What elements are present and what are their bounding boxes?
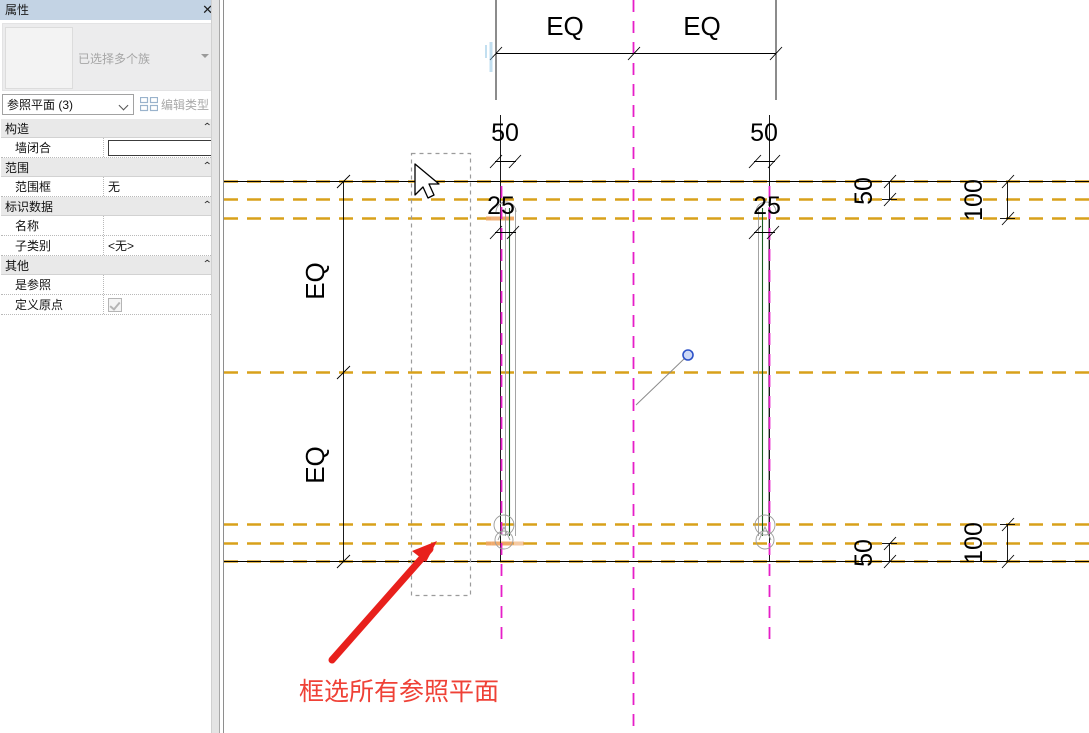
- dimension-label[interactable]: 25: [487, 192, 515, 220]
- param-value-text: 无: [108, 180, 121, 194]
- param-group-header[interactable]: 其他 ⌃: [1, 256, 217, 275]
- wall-layers[interactable]: [505, 208, 769, 536]
- circle-handle-icon[interactable]: [635, 349, 694, 406]
- param-group-label: 标识数据: [5, 199, 54, 214]
- revit-window: 属性 ✕ 已选择多个族 参照平面 (3) 编辑类型 构造 ⌃ 墙闭合 范围 ⌃ …: [0, 0, 1089, 733]
- properties-panel: 属性 ✕ 已选择多个族 参照平面 (3) 编辑类型 构造 ⌃ 墙闭合 范围 ⌃ …: [0, 0, 219, 733]
- param-row[interactable]: 子类别 <无>: [1, 236, 217, 256]
- type-selector-row: 参照平面 (3) 编辑类型: [0, 94, 219, 116]
- dimension-label[interactable]: EQ: [546, 11, 584, 41]
- center-lines[interactable]: [500, 0, 771, 733]
- checkbox-checked-icon: [108, 297, 122, 312]
- panel-divider: [219, 0, 220, 733]
- dimension-upper-left-50[interactable]: 50: [489, 115, 522, 181]
- panel-scrollbar[interactable]: [211, 0, 219, 733]
- param-name: 是参照: [1, 275, 104, 294]
- param-name: 墙闭合: [1, 138, 104, 157]
- edit-type-button[interactable]: 编辑类型: [139, 95, 210, 114]
- dimension-upper-left-25[interactable]: 25: [487, 192, 520, 240]
- arrow-pointer-icon: [328, 541, 437, 664]
- param-row[interactable]: 墙闭合: [1, 138, 217, 158]
- dimension-label[interactable]: 100: [960, 179, 988, 221]
- type-preview-label: 已选择多个族: [78, 52, 151, 66]
- edit-type-label: 编辑类型: [161, 98, 210, 112]
- mouse-pointer-icon: [414, 163, 440, 199]
- wall-end-symbols: [493, 201, 777, 550]
- param-name: 子类别: [1, 236, 104, 255]
- type-thumbnail: [5, 27, 73, 89]
- dimension-label[interactable]: 25: [753, 192, 781, 220]
- reference-planes-horizontal[interactable]: [224, 180, 1089, 563]
- parameter-table: 构造 ⌃ 墙闭合 范围 ⌃ 范围框无标识数据 ⌃ 名称 子类别 <无> 其他 ⌃ 是参照 定义原点: [1, 119, 217, 315]
- properties-titlebar: 属性 ✕: [0, 0, 219, 20]
- dimension-upper-right-25[interactable]: 25: [748, 192, 781, 240]
- param-group-label: 范围: [5, 160, 30, 175]
- dimension-label[interactable]: EQ: [683, 11, 721, 41]
- dimension-right-lower-50[interactable]: 50: [850, 536, 897, 569]
- chevron-down-icon[interactable]: [118, 100, 129, 111]
- param-value[interactable]: <无>: [104, 236, 217, 255]
- type-selector-dropdown[interactable]: 参照平面 (3): [2, 94, 134, 115]
- dimension-label[interactable]: 50: [491, 119, 519, 147]
- witness-line-handle[interactable]: [485, 42, 493, 72]
- param-value-text: <无>: [108, 239, 135, 253]
- dimension-label[interactable]: EQ: [300, 446, 330, 484]
- param-row[interactable]: 是参照: [1, 275, 217, 295]
- dimension-right-upper-50[interactable]: 50: [850, 174, 897, 207]
- drawing-canvas[interactable]: EQ EQ EQ EQ 50 25 50 25 50 100 50 100 框选…: [224, 0, 1089, 733]
- dimension-label[interactable]: 50: [750, 119, 778, 147]
- param-value[interactable]: [104, 216, 217, 235]
- element-geometry[interactable]: [224, 181, 1089, 562]
- param-value[interactable]: [104, 275, 217, 294]
- param-group-header[interactable]: 标识数据 ⌃: [1, 197, 217, 216]
- param-row[interactable]: 名称: [1, 216, 217, 236]
- reference-plane-highlight: [486, 216, 524, 546]
- type-selector-value: 参照平面 (3): [7, 98, 74, 112]
- param-row[interactable]: 定义原点: [1, 295, 217, 315]
- param-value[interactable]: 无: [104, 177, 217, 196]
- param-value[interactable]: [104, 295, 217, 314]
- param-group-header[interactable]: 构造 ⌃: [1, 119, 217, 138]
- dimension-label[interactable]: 50: [850, 539, 878, 567]
- param-row[interactable]: 范围框无: [1, 177, 217, 197]
- type-preview[interactable]: 已选择多个族: [2, 23, 217, 91]
- param-name: 范围框: [1, 177, 104, 196]
- annotation-text: 框选所有参照平面: [299, 677, 499, 706]
- dimension-top-eq[interactable]: EQ EQ: [489, 0, 783, 100]
- checkbox-empty-icon[interactable]: [108, 140, 214, 156]
- dimension-label[interactable]: 100: [960, 522, 988, 564]
- param-group-label: 构造: [5, 121, 30, 136]
- param-group-header[interactable]: 范围 ⌃: [1, 158, 217, 177]
- page-title: 属性: [5, 3, 30, 17]
- param-value[interactable]: [104, 138, 217, 157]
- edit-type-icon: [139, 96, 159, 112]
- dimension-label[interactable]: 50: [850, 177, 878, 205]
- chevron-down-icon[interactable]: [201, 54, 209, 58]
- param-name: 定义原点: [1, 295, 104, 314]
- dimension-upper-right-50[interactable]: 50: [748, 115, 781, 181]
- drawing-svg: EQ EQ EQ EQ 50 25 50 25 50 100 50 100 框选…: [224, 0, 1089, 733]
- param-name: 名称: [1, 216, 104, 235]
- param-group-label: 其他: [5, 258, 30, 273]
- dimension-label[interactable]: EQ: [300, 262, 330, 300]
